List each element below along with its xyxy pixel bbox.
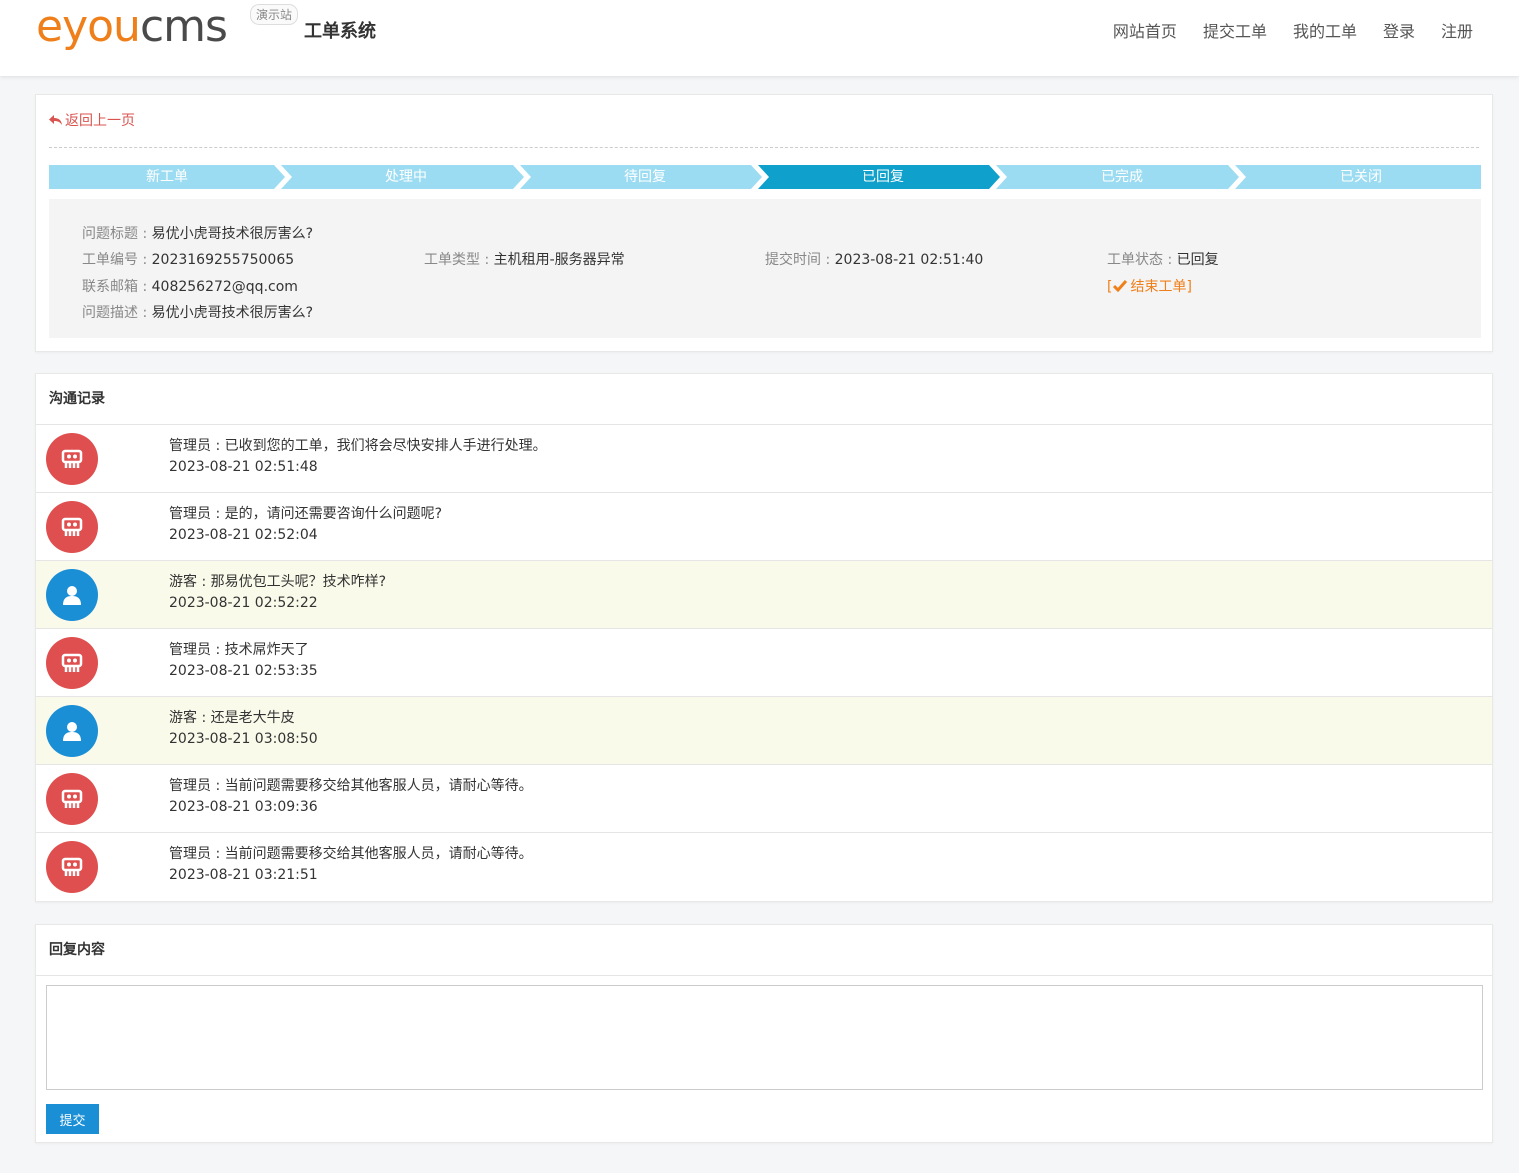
step-processing: 处理中 [385,169,427,185]
ticket-time-value: 2023-08-21 02:51:40 [834,252,984,268]
ticket-status-label: 工单状态 : [1107,252,1177,268]
message-row: 管理员 : 当前问题需要移交给其他客服人员，请耐心等待。 2023-08-21 0… [36,833,1492,901]
top-header: eyoucms 演示站 工单系统 网站首页 提交工单 我的工单 登录 注册 [0,0,1519,76]
message-text: 管理员 : 当前问题需要移交给其他客服人员，请耐心等待。 [169,846,533,862]
ticket-email-label: 联系邮箱 : [82,279,152,295]
message-time: 2023-08-21 03:21:51 [169,867,318,883]
ticket-panel: 返回上一页 新工单 处理中 待回复 已回复 已完成 已关闭 问题标题 : 易优小… [35,94,1493,352]
main-nav: 网站首页 提交工单 我的工单 登录 注册 [1113,18,1473,42]
ticket-time-label: 提交时间 : [765,252,835,268]
admin-avatar-icon [46,773,98,825]
message-text: 管理员 : 是的，请问还需要咨询什么问题呢? [169,506,443,522]
check-icon [1113,280,1128,293]
eyoucms-logo[interactable]: eyoucms [36,1,228,52]
close-ticket-button[interactable]: [ 结束工单] [1107,278,1192,296]
divider [49,147,1479,148]
ticket-info: 问题标题 : 易优小虎哥技术很厉害么? 工单编号 : 2023169255750… [49,199,1481,338]
message-row: 游客 : 还是老大牛皮 2023-08-21 03:08:50 [36,697,1492,765]
ticket-desc-row: 问题描述 : 易优小虎哥技术很厉害么? [82,304,313,322]
guest-avatar-icon [46,705,98,757]
nav-my-tickets[interactable]: 我的工单 [1293,18,1357,42]
step-replied: 已回复 [862,169,904,185]
reply-panel: 回复内容 提交 [35,924,1493,1143]
message-row: 管理员 : 当前问题需要移交给其他客服人员，请耐心等待。 2023-08-21 0… [36,765,1492,833]
message-time: 2023-08-21 02:51:48 [169,459,318,475]
nav-home[interactable]: 网站首页 [1113,18,1177,42]
message-text: 游客 : 还是老大牛皮 [169,710,295,726]
message-list: 管理员 : 已收到您的工单，我们将会尽快安排人手进行处理。 2023-08-21 … [36,425,1492,901]
admin-avatar-icon [46,501,98,553]
ticket-title-label: 问题标题 : [82,226,152,242]
admin-avatar-icon [46,841,98,893]
message-time: 2023-08-21 03:08:50 [169,731,318,747]
logo-text-cms: cms [139,1,228,52]
admin-avatar-icon [46,433,98,485]
message-row: 游客 : 那易优包工头呢？技术咋样? 2023-08-21 02:52:22 [36,561,1492,629]
guest-avatar-icon [46,569,98,621]
ticket-status-row: 工单状态 : 已回复 [1107,251,1219,269]
system-name: 工单系统 [304,21,376,42]
ticket-type-value: 主机租用-服务器异常 [493,252,625,268]
ticket-time-row: 提交时间 : 2023-08-21 02:51:40 [765,251,983,269]
nav-submit-ticket[interactable]: 提交工单 [1203,18,1267,42]
ticket-number-value: 2023169255750065 [151,252,295,268]
ticket-title-row: 问题标题 : 易优小虎哥技术很厉害么? [82,225,313,243]
step-pending-reply: 待回复 [624,169,666,185]
message-text: 管理员 : 技术屌炸天了 [169,642,309,658]
ticket-type-row: 工单类型 : 主机租用-服务器异常 [424,251,625,269]
message-time: 2023-08-21 03:09:36 [169,799,318,815]
logo-text-you: you [62,1,141,52]
reply-title: 回复内容 [36,925,1492,976]
ticket-desc-label: 问题描述 : [82,305,152,321]
step-closed: 已关闭 [1340,169,1382,185]
communication-title: 沟通记录 [36,374,1492,425]
message-row: 管理员 : 是的，请问还需要咨询什么问题呢? 2023-08-21 02:52:0… [36,493,1492,561]
ticket-email-value: 408256272@qq.com [151,279,298,295]
submit-button[interactable]: 提交 [46,1104,99,1134]
back-link-label: 返回上一页 [65,113,135,129]
step-new: 新工单 [146,169,188,185]
nav-login[interactable]: 登录 [1383,18,1415,42]
demo-badge: 演示站 [250,4,299,25]
ticket-status-value: 已回复 [1176,252,1219,268]
communication-panel: 沟通记录 管理员 : 已收到您的工单，我们将会尽快安排人手进行处理。 2023-0… [35,373,1493,902]
ticket-desc-value: 易优小虎哥技术很厉害么? [151,305,314,321]
ticket-number-label: 工单编号 : [82,252,152,268]
ticket-title-value: 易优小虎哥技术很厉害么? [151,226,314,242]
bracket-close: ] [1186,279,1192,295]
logo-text-e: e [36,1,63,52]
bracket-open: [ [1107,279,1113,295]
message-row: 管理员 : 已收到您的工单，我们将会尽快安排人手进行处理。 2023-08-21 … [36,425,1492,493]
message-time: 2023-08-21 02:52:04 [169,527,318,543]
close-ticket-label: 结束工单 [1130,279,1187,295]
nav-register[interactable]: 注册 [1441,18,1473,42]
ticket-email-row: 联系邮箱 : 408256272@qq.com [82,278,298,296]
message-text: 管理员 : 已收到您的工单，我们将会尽快安排人手进行处理。 [169,438,547,454]
ticket-type-label: 工单类型 : [424,252,494,268]
message-time: 2023-08-21 02:52:22 [169,595,318,611]
status-steps: 新工单 处理中 待回复 已回复 已完成 已关闭 [49,165,1481,189]
message-text: 管理员 : 当前问题需要移交给其他客服人员，请耐心等待。 [169,778,533,794]
message-text: 游客 : 那易优包工头呢？技术咋样? [169,574,387,590]
message-time: 2023-08-21 02:53:35 [169,663,318,679]
reply-arrow-icon [49,115,62,125]
back-link[interactable]: 返回上一页 [49,110,135,130]
ticket-number-row: 工单编号 : 2023169255750065 [82,251,294,269]
admin-avatar-icon [46,637,98,689]
reply-textarea[interactable] [46,985,1483,1090]
step-completed: 已完成 [1101,169,1143,185]
message-row: 管理员 : 技术屌炸天了 2023-08-21 02:53:35 [36,629,1492,697]
